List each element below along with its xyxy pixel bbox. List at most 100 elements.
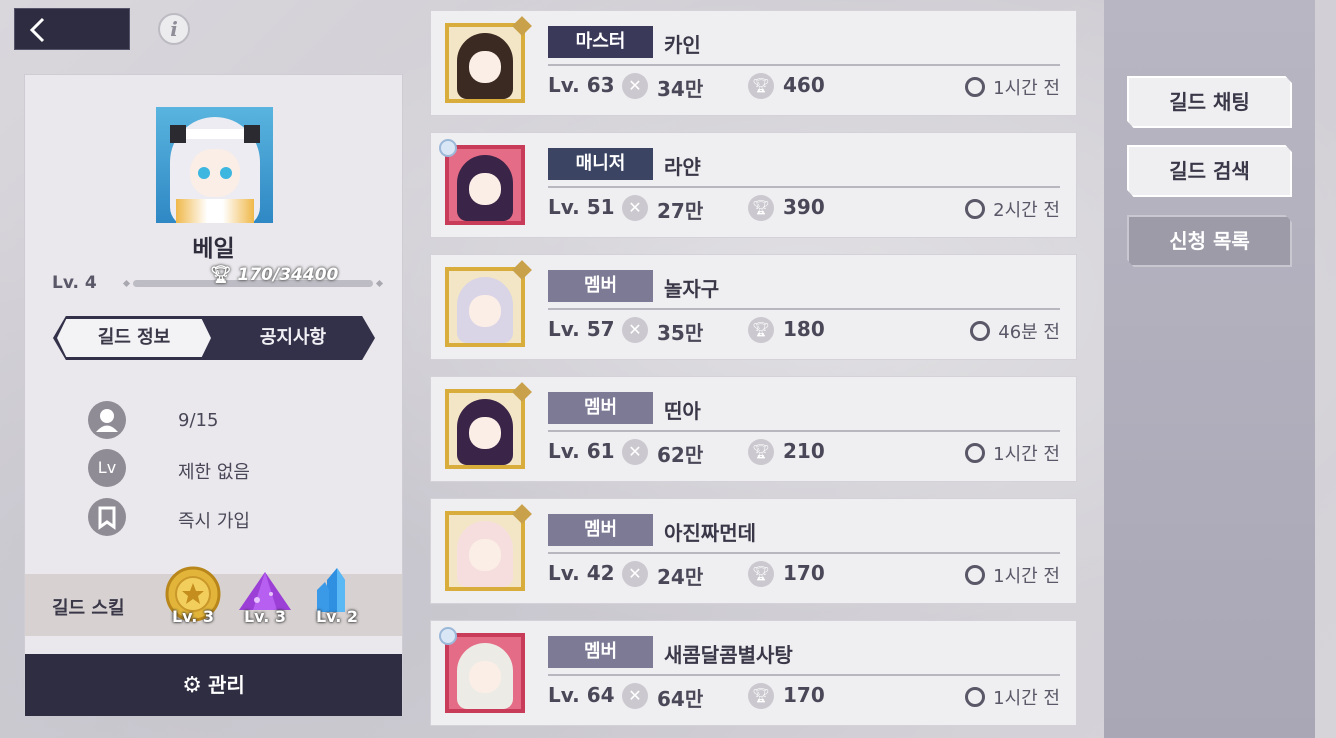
combat-power-icon: ✕ (622, 195, 648, 221)
member-trophies: 460 (783, 73, 825, 97)
member-name: 띤아 (664, 399, 701, 423)
chevron-left-icon (29, 17, 45, 43)
member-rank: 멤버 (548, 392, 653, 424)
bookmark-icon (88, 498, 126, 536)
guild-chat-button[interactable]: 길드 채팅 (1127, 76, 1292, 128)
skill-level: Lv. 3 (243, 607, 287, 626)
member-level: Lv. 42 (548, 561, 615, 585)
member-portrait[interactable] (439, 139, 525, 225)
member-row[interactable]: 멤버 새콤달콤별사탕 Lv. 64 ✕ 64만 🏆︎ 170 1시간 전 (430, 620, 1077, 726)
member-portrait[interactable] (445, 260, 532, 347)
member-rank: 멤버 (548, 270, 653, 302)
tab-notice[interactable]: 공지사항 (215, 319, 371, 357)
member-count: 9/15 (178, 410, 219, 431)
divider (548, 430, 1060, 432)
divider (548, 64, 1060, 66)
member-level: Lv. 64 (548, 683, 615, 707)
trophy-icon: 🏆︎ (748, 683, 774, 709)
skill-blue-crystal[interactable]: Lv. 2 (309, 566, 365, 628)
combat-power-icon: ✕ (622, 317, 648, 343)
guild-search-button[interactable]: 길드 검색 (1127, 145, 1292, 197)
divider (548, 186, 1060, 188)
divider (548, 674, 1060, 676)
member-last-seen: 2시간 전 (993, 200, 1060, 221)
member-rank: 매니저 (548, 148, 653, 180)
manage-button[interactable]: ⚙ 관리 (25, 654, 402, 716)
combat-power-icon: ✕ (622, 683, 648, 709)
member-level: Lv. 57 (548, 317, 615, 341)
member-trophies: 180 (783, 317, 825, 341)
member-trophies: 170 (783, 561, 825, 585)
guild-skill-label: 길드 스킬 (52, 598, 125, 619)
member-portrait[interactable] (445, 16, 532, 103)
divider (548, 308, 1060, 310)
member-power: 24만 (657, 565, 704, 589)
member-name: 아진짜먼데 (664, 521, 756, 545)
gear-icon: ⚙ (182, 673, 202, 698)
member-level: Lv. 61 (548, 439, 615, 463)
player-name: 베일 (192, 236, 235, 262)
level-requirement: 제한 없음 (178, 462, 250, 483)
member-last-seen: 1시간 전 (993, 444, 1060, 465)
member-name: 카인 (664, 33, 701, 57)
member-rank: 마스터 (548, 26, 653, 58)
clock-icon (970, 321, 991, 341)
divider (548, 552, 1060, 554)
member-row[interactable]: 멤버 띤아 Lv. 61 ✕ 62만 🏆︎ 210 1시간 전 (430, 376, 1077, 482)
trophy-icon: 🏆︎ (748, 73, 774, 99)
combat-power-icon: ✕ (622, 561, 648, 587)
join-type: 즉시 가입 (178, 511, 250, 532)
member-name: 새콤달콤별사탕 (664, 643, 793, 667)
skill-gold-medal[interactable]: Lv. 3 (165, 566, 221, 628)
member-row[interactable]: 마스터 카인 Lv. 63 ✕ 34만 🏆︎ 460 1시간 전 (430, 10, 1077, 116)
member-rank: 멤버 (548, 514, 653, 546)
trophy-progress: 🏆︎ 170/34400 (210, 265, 338, 285)
info-button[interactable]: i (158, 13, 190, 45)
trophy-icon: 🏆︎ (748, 317, 774, 343)
clock-icon (965, 199, 986, 219)
back-button[interactable] (14, 8, 130, 50)
member-portrait[interactable] (445, 382, 532, 469)
member-last-seen: 46분 전 (998, 322, 1060, 343)
player-avatar[interactable] (156, 107, 273, 223)
member-last-seen: 1시간 전 (993, 78, 1060, 99)
member-power: 35만 (657, 321, 704, 345)
member-level: Lv. 51 (548, 195, 615, 219)
guild-profile-panel: 베일 Lv. 4 🏆︎ 170/34400 길드 정보 공지사항 9/15 Lv… (24, 74, 403, 716)
combat-power-icon: ✕ (622, 439, 648, 465)
person-icon (88, 401, 126, 439)
application-list-button[interactable]: 신청 목록 (1127, 215, 1292, 267)
skill-level: Lv. 3 (171, 607, 215, 626)
clock-icon (965, 77, 986, 97)
trophy-icon: 🏆︎ (210, 265, 232, 285)
guild-skill-bar: 길드 스킬 Lv. 3 Lv. 3 Lv. 2 (25, 566, 402, 636)
member-row[interactable]: 멤버 놀자구 Lv. 57 ✕ 35만 🏆︎ 180 46분 전 (430, 254, 1077, 360)
member-trophies: 210 (783, 439, 825, 463)
skill-purple-gem[interactable]: Lv. 3 (237, 566, 293, 628)
trophy-icon: 🏆︎ (748, 439, 774, 465)
clock-icon (965, 565, 986, 585)
player-level: Lv. 4 (52, 273, 97, 293)
member-portrait[interactable] (439, 627, 525, 713)
member-portrait[interactable] (445, 504, 532, 591)
member-rank: 멤버 (548, 636, 653, 668)
level-icon: Lv (88, 449, 126, 487)
member-trophies: 170 (783, 683, 825, 707)
member-last-seen: 1시간 전 (993, 688, 1060, 709)
member-row[interactable]: 멤버 아진짜먼데 Lv. 42 ✕ 24만 🏆︎ 170 1시간 전 (430, 498, 1077, 604)
member-power: 27만 (657, 199, 704, 223)
member-row[interactable]: 매니저 라얀 Lv. 51 ✕ 27만 🏆︎ 390 2시간 전 (430, 132, 1077, 238)
member-power: 64만 (657, 687, 704, 711)
clock-icon (965, 443, 986, 463)
member-last-seen: 1시간 전 (993, 566, 1060, 587)
member-power: 62만 (657, 443, 704, 467)
member-name: 라얀 (664, 155, 701, 179)
manage-label: 관리 (207, 673, 245, 697)
member-power: 34만 (657, 77, 704, 101)
trophy-icon: 🏆︎ (748, 195, 774, 221)
tab-guild-info[interactable]: 길드 정보 (57, 319, 211, 357)
member-level: Lv. 63 (548, 73, 615, 97)
member-name: 놀자구 (664, 277, 720, 301)
skill-level: Lv. 2 (315, 607, 359, 626)
combat-power-icon: ✕ (622, 73, 648, 99)
